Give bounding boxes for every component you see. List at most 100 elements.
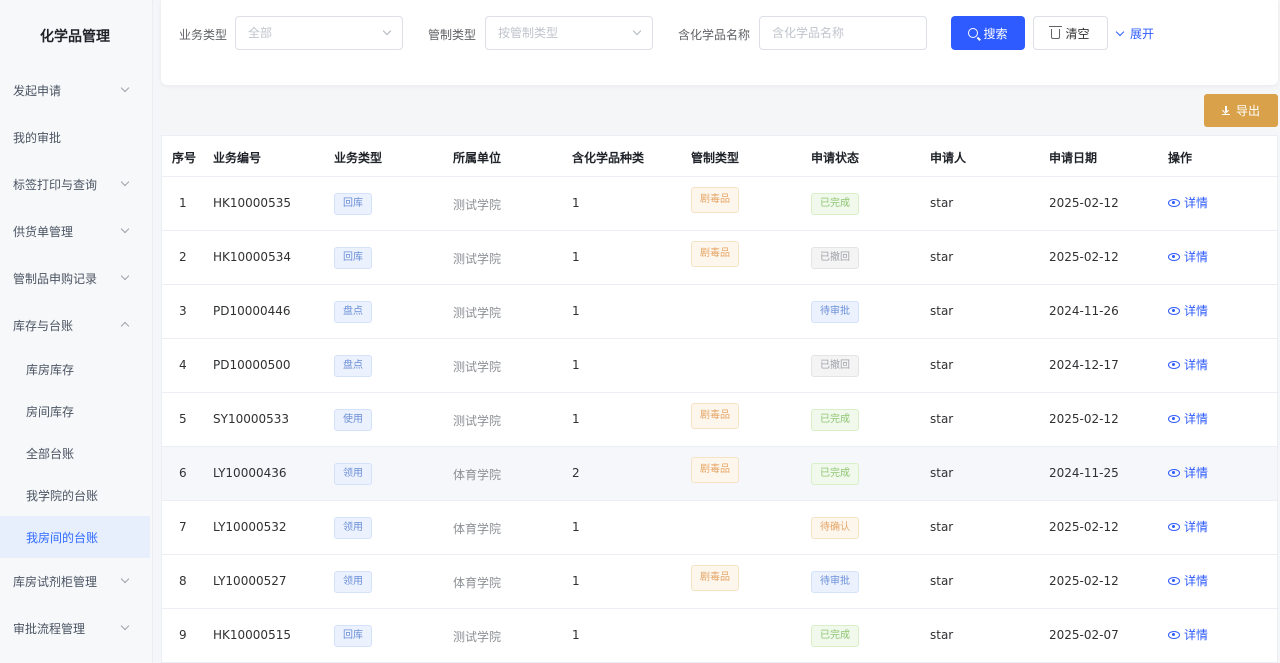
sidebar-item-label: 我房间的台账 — [26, 530, 99, 545]
detail-link[interactable]: 详情 — [1168, 356, 1208, 373]
export-button[interactable]: 导出 — [1204, 94, 1278, 127]
column-header: 管制类型 — [691, 151, 740, 165]
eye-icon — [1168, 360, 1180, 369]
column-header: 操作 — [1168, 151, 1193, 165]
apply-date: 2025-02-12 — [1049, 196, 1119, 210]
clear-button[interactable]: 清空 — [1033, 16, 1108, 50]
column-header: 业务类型 — [334, 151, 383, 165]
chevron-down-icon — [120, 224, 130, 234]
expand-button[interactable]: 展开 — [1115, 16, 1155, 50]
sidebar-item[interactable]: 库存与台账 — [0, 304, 150, 346]
unit-name: 测试学院 — [453, 198, 502, 212]
unit-name: 体育学院 — [453, 468, 502, 482]
sidebar-item[interactable]: 供货单管理 — [0, 210, 150, 252]
sidebar-item[interactable]: 我的审批 — [0, 116, 150, 158]
column-header: 申请日期 — [1049, 151, 1098, 165]
row-index: 6 — [179, 466, 187, 480]
column-header: 业务编号 — [213, 151, 262, 165]
apply-date: 2025-02-12 — [1049, 250, 1119, 264]
table-row: 7 LY10000532 领用 体育学院 1 待确认 star 2025-02-12 详情 — [162, 501, 1277, 555]
sidebar-item[interactable]: 管制品申购记录 — [0, 257, 150, 299]
column-header: 所属单位 — [453, 151, 502, 165]
expand-button-label: 展开 — [1130, 26, 1155, 41]
detail-link[interactable]: 详情 — [1168, 626, 1208, 643]
sidebar-item[interactable]: 库房试剂柜管理 — [0, 560, 150, 602]
chemical-name-input[interactable]: 含化学品名称 — [759, 16, 927, 50]
detail-label: 详情 — [1184, 628, 1209, 642]
chemical-kinds: 1 — [572, 250, 580, 264]
chevron-up-icon — [120, 321, 130, 331]
column-header: 申请状态 — [811, 151, 860, 165]
status-badge: 已撤回 — [811, 247, 859, 269]
business-code: HK10000534 — [213, 250, 291, 264]
eye-icon — [1168, 306, 1180, 315]
sidebar-item-label: 供货单管理 — [13, 224, 74, 239]
sidebar-item[interactable]: 我学院的台账 — [0, 474, 150, 516]
business-type-tag: 领用 — [334, 463, 372, 485]
detail-link[interactable]: 详情 — [1168, 194, 1208, 211]
eye-icon — [1168, 468, 1180, 477]
sidebar-item[interactable]: 全部台账 — [0, 432, 150, 474]
column-header: 序号 — [172, 151, 197, 165]
chemical-kinds: 1 — [572, 304, 580, 318]
sidebar-item-label: 库存与台账 — [13, 318, 74, 333]
control-type-label: 管制类型 — [428, 28, 477, 42]
applicant: star — [930, 250, 954, 264]
sidebar-item-label: 库房试剂柜管理 — [13, 574, 98, 589]
control-type-tag: 剧毒品 — [691, 457, 739, 483]
chevron-down-icon — [120, 574, 130, 584]
business-type-tag: 盘点 — [334, 301, 372, 323]
search-button[interactable]: 搜索 — [951, 16, 1025, 50]
unit-name: 测试学院 — [453, 360, 502, 374]
sidebar-item[interactable]: 标签打印与查询 — [0, 163, 150, 205]
row-index: 7 — [179, 520, 187, 534]
control-type-select[interactable]: 按管制类型 — [485, 16, 653, 50]
sidebar-item[interactable]: 我房间的台账 — [0, 516, 150, 558]
row-index: 9 — [179, 628, 187, 642]
status-badge: 待确认 — [811, 517, 859, 539]
detail-link[interactable]: 详情 — [1168, 572, 1208, 589]
detail-link[interactable]: 详情 — [1168, 464, 1208, 481]
business-type-select[interactable]: 全部 — [235, 16, 403, 50]
status-badge: 待审批 — [811, 301, 859, 323]
eye-icon — [1168, 576, 1180, 585]
detail-label: 详情 — [1184, 520, 1209, 534]
business-code: LY10000532 — [213, 520, 287, 534]
detail-link[interactable]: 详情 — [1168, 302, 1208, 319]
sidebar-item[interactable]: 发起申请 — [0, 69, 150, 111]
sidebar-item[interactable]: 库房库存 — [0, 348, 150, 390]
detail-link[interactable]: 详情 — [1168, 410, 1208, 427]
applicant: star — [930, 520, 954, 534]
applicant: star — [930, 628, 954, 642]
app-title: 化学品管理 — [40, 29, 110, 45]
column-header: 含化学品种类 — [572, 151, 645, 165]
unit-name: 体育学院 — [453, 576, 502, 590]
table-row: 9 HK10000515 回库 测试学院 1 已完成 star 2025-02-07 详情 — [162, 609, 1277, 663]
detail-link[interactable]: 详情 — [1168, 518, 1208, 535]
sidebar-item[interactable]: 房间库存 — [0, 390, 150, 432]
business-code: PD10000446 — [213, 304, 291, 318]
chevron-down-icon — [120, 621, 130, 631]
business-type-value: 全部 — [248, 26, 273, 40]
sidebar-item-label: 标签打印与查询 — [13, 177, 98, 192]
business-type-tag: 回库 — [334, 247, 372, 269]
business-type-tag: 领用 — [334, 517, 372, 539]
detail-link[interactable]: 详情 — [1168, 248, 1208, 265]
table-row: 3 PD10000446 盘点 测试学院 1 待审批 star 2024-11-26 详情 — [162, 285, 1277, 339]
detail-label: 详情 — [1184, 358, 1209, 372]
sidebar-item-label: 发起申请 — [13, 83, 62, 98]
unit-name: 测试学院 — [453, 414, 502, 428]
table-header: 序号 业务编号 业务类型 所属单位 含化学品种类 管制类型 申请状态 申请人 申… — [162, 136, 1277, 177]
sidebar-item-label: 我的审批 — [13, 130, 62, 145]
business-code: LY10000436 — [213, 466, 287, 480]
status-badge: 已完成 — [811, 193, 859, 215]
unit-name: 测试学院 — [453, 630, 502, 644]
sidebar-item-label: 全部台账 — [26, 446, 75, 461]
applicant: star — [930, 358, 954, 372]
business-type-tag: 使用 — [334, 409, 372, 431]
sidebar-item[interactable]: 审批流程管理 — [0, 607, 150, 649]
detail-label: 详情 — [1184, 250, 1209, 264]
chemical-name-label: 含化学品名称 — [678, 28, 751, 42]
applicant: star — [930, 574, 954, 588]
detail-label: 详情 — [1184, 466, 1209, 480]
